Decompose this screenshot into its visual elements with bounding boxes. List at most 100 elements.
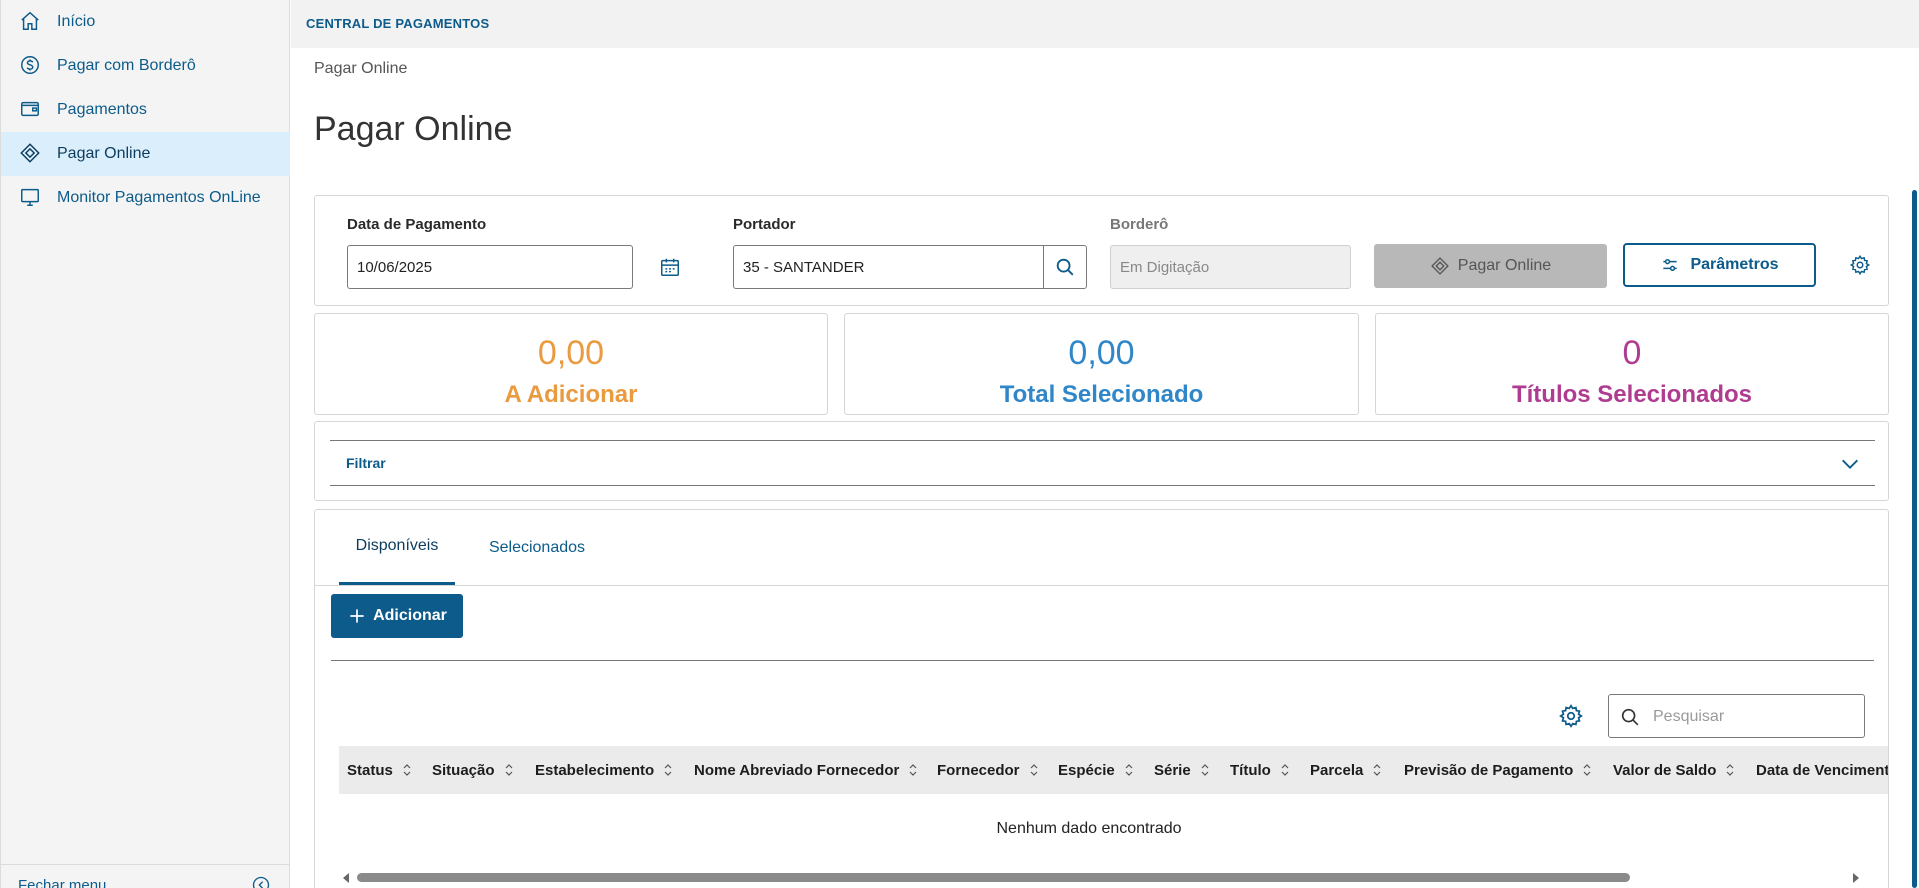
horizontal-scrollbar[interactable] xyxy=(339,870,1864,884)
calendar-button[interactable] xyxy=(656,253,684,281)
sort-icon xyxy=(1030,764,1037,776)
vertical-scrollbar[interactable] xyxy=(1912,190,1917,888)
stat-value: 0 xyxy=(1622,334,1642,372)
add-button[interactable]: Adicionar xyxy=(331,594,463,638)
sort-icon xyxy=(1373,764,1381,776)
pay-online-button[interactable]: Pagar Online xyxy=(1374,244,1607,288)
stat-label: Títulos Selecionados xyxy=(1511,381,1753,408)
stat-card-to-add: 0,00 A Adicionar xyxy=(314,313,828,415)
monitor-icon xyxy=(21,188,39,206)
column-header-estabelecimento[interactable]: Estabelecimento xyxy=(535,746,672,794)
tab-label: Selecionados xyxy=(488,538,586,556)
sort-icon xyxy=(909,764,917,776)
column-header-nome-abreviado-fornecedor[interactable]: Nome Abreviado Fornecedor xyxy=(694,746,917,794)
close-menu-label: Fechar menu xyxy=(18,877,107,888)
sidebar-item-label: Pagar com Borderô xyxy=(57,57,196,74)
gear-icon xyxy=(1849,254,1871,276)
results-card: Disponíveis Selecionados Adicionar Statu… xyxy=(314,509,1889,888)
sort-icon xyxy=(403,764,411,776)
parameters-label: Parâmetros xyxy=(1690,256,1779,273)
column-label: Status xyxy=(347,761,393,779)
filter-accordion[interactable]: Filtrar xyxy=(330,440,1875,486)
sidebar-item-inicio[interactable]: Início xyxy=(1,0,290,44)
payment-date-label: Data de Pagamento xyxy=(347,216,487,233)
plus-icon xyxy=(350,609,364,623)
page-title: Pagar Online xyxy=(314,110,513,148)
column-header-status[interactable]: Status xyxy=(347,746,411,794)
chevron-down-icon xyxy=(1842,459,1858,469)
calendar-icon xyxy=(661,258,679,276)
scroll-left-arrow-icon[interactable] xyxy=(343,873,349,883)
stat-card-titles-selected: 0 Títulos Selecionados xyxy=(1375,313,1889,415)
sort-icon xyxy=(1726,764,1734,776)
form-settings-button[interactable] xyxy=(1846,251,1874,279)
scroll-right-arrow-icon[interactable] xyxy=(1853,873,1859,883)
column-header-previsao-de-pagamento[interactable]: Previsão de Pagamento xyxy=(1404,746,1591,794)
tab-disponiveis[interactable]: Disponíveis xyxy=(339,510,455,585)
column-header-valor-de-saldo[interactable]: Valor de Saldo xyxy=(1613,746,1734,794)
dollar-circle-icon xyxy=(21,56,39,74)
column-header-data-de-vencimento[interactable]: Data de Vencimento xyxy=(1756,746,1888,794)
tab-selecionados[interactable]: Selecionados xyxy=(477,510,597,585)
column-label: Série xyxy=(1154,761,1191,779)
filter-card: Filtrar xyxy=(314,421,1889,501)
sort-icon xyxy=(1281,764,1289,776)
column-header-situacao[interactable]: Situação xyxy=(432,746,513,794)
carrier-search-button[interactable] xyxy=(1043,245,1087,289)
scrollbar-thumb[interactable] xyxy=(357,873,1630,882)
sort-icon xyxy=(1583,764,1591,776)
stat-label: Total Selecionado xyxy=(999,381,1204,408)
sidebar-item-pagamentos[interactable]: Pagamentos xyxy=(1,88,290,132)
carrier-value: 35 - SANTANDER xyxy=(743,258,865,276)
parameters-button[interactable]: Parâmetros xyxy=(1623,243,1816,287)
sidebar-item-label: Pagamentos xyxy=(57,101,147,118)
tabs-divider xyxy=(315,585,1888,586)
stat-card-total-selected: 0,00 Total Selecionado xyxy=(844,313,1359,415)
stat-value: 0,00 xyxy=(537,334,605,372)
column-label: Nome Abreviado Fornecedor xyxy=(694,761,900,779)
diamond-arrows-icon xyxy=(1430,257,1449,275)
search-icon xyxy=(1621,708,1639,726)
sort-icon xyxy=(1201,764,1209,776)
app-title: CENTRAL DE PAGAMENTOS xyxy=(306,16,490,31)
bordero-input: Em Digitação xyxy=(1110,245,1351,289)
column-header-serie[interactable]: Série xyxy=(1154,746,1209,794)
sort-icon xyxy=(664,764,672,776)
search-input[interactable] xyxy=(1653,705,1853,729)
carrier-input[interactable]: 35 - SANTANDER xyxy=(733,245,1044,289)
empty-state-message: Nenhum dado encontrado xyxy=(996,820,1182,837)
filter-label: Filtrar xyxy=(346,455,386,471)
sidebar-footer[interactable]: Fechar menu xyxy=(1,864,290,888)
column-label: Título xyxy=(1230,761,1271,779)
top-header: CENTRAL DE PAGAMENTOS xyxy=(291,0,1919,48)
bordero-value: Em Digitação xyxy=(1120,258,1210,276)
sidebar-item-pagar-online[interactable]: Pagar Online xyxy=(1,132,290,176)
sidebar: Início Pagar com Borderô Pagamentos Paga… xyxy=(0,0,290,888)
column-label: Espécie xyxy=(1058,761,1115,779)
breadcrumb[interactable]: Pagar Online xyxy=(314,60,407,78)
column-header-especie[interactable]: Espécie xyxy=(1058,746,1133,794)
payment-form-card: Data de Pagamento 10/06/2025 Portador 35… xyxy=(314,195,1889,306)
table-header: Status Situação Estabelecimento Nome Abr… xyxy=(339,746,1888,794)
collapse-icon[interactable] xyxy=(251,875,271,888)
column-header-fornecedor[interactable]: Fornecedor xyxy=(937,746,1038,794)
sidebar-item-label: Início xyxy=(57,13,96,30)
payment-date-value: 10/06/2025 xyxy=(357,258,433,276)
stat-value: 0,00 xyxy=(1068,334,1135,372)
tab-label: Disponíveis xyxy=(355,537,439,554)
column-header-titulo[interactable]: Título xyxy=(1230,746,1289,794)
column-header-parcela[interactable]: Parcela xyxy=(1310,746,1381,794)
column-label: Situação xyxy=(432,761,495,779)
section-divider xyxy=(331,660,1874,661)
sidebar-item-label: Monitor Pagamentos OnLine xyxy=(57,189,261,206)
column-label: Valor de Saldo xyxy=(1613,761,1717,779)
sidebar-item-monitor-pagamentos-online[interactable]: Monitor Pagamentos OnLine xyxy=(1,176,290,220)
payment-date-input[interactable]: 10/06/2025 xyxy=(347,245,633,289)
home-icon xyxy=(21,11,39,30)
bordero-label: Borderô xyxy=(1110,216,1169,233)
gear-icon[interactable] xyxy=(1558,703,1584,729)
wallet-icon xyxy=(21,101,39,117)
carrier-label: Portador xyxy=(733,216,796,233)
sidebar-item-pagar-com-bordero[interactable]: Pagar com Borderô xyxy=(1,44,290,88)
sort-icon xyxy=(1125,764,1133,776)
